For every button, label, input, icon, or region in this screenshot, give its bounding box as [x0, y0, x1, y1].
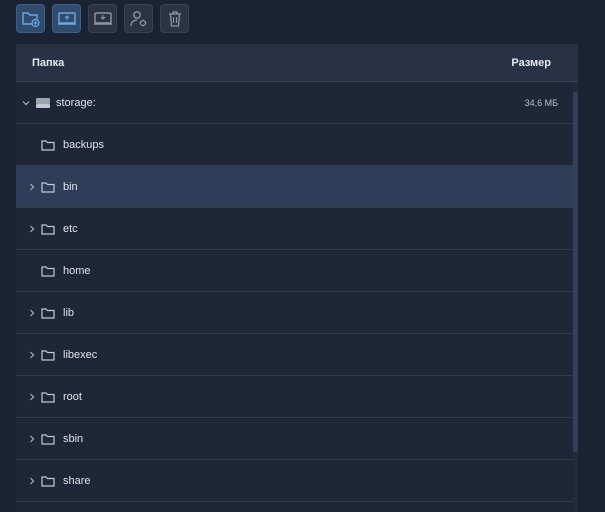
chevron-right-icon[interactable]: [27, 182, 37, 192]
table-header: Папка Размер: [16, 44, 578, 82]
folder-name: etc: [63, 222, 78, 235]
delete-button[interactable]: [160, 4, 189, 33]
folder-icon: [41, 433, 55, 445]
folder-row[interactable]: etc: [16, 208, 578, 250]
folder-name: libexec: [63, 348, 98, 361]
user-settings-icon: [129, 10, 146, 26]
upload-button[interactable]: [52, 4, 81, 33]
chevron-down-icon[interactable]: [21, 98, 31, 108]
drive-icon: [35, 97, 51, 109]
root-name: storage:: [56, 96, 96, 109]
folder-row[interactable]: libexec: [16, 334, 578, 376]
folder-row[interactable]: backups: [16, 124, 578, 166]
folder-icon: [41, 475, 55, 487]
folder-name: home: [63, 264, 91, 277]
download-button[interactable]: [88, 4, 117, 33]
folder-row[interactable]: sbin: [16, 418, 578, 460]
folder-name: root: [63, 390, 82, 403]
chevron-right-icon[interactable]: [27, 308, 37, 318]
trash-icon: [168, 10, 181, 27]
folder-row[interactable]: bin: [16, 166, 578, 208]
size-column-header[interactable]: Размер: [511, 57, 551, 69]
folder-name: bin: [63, 180, 78, 193]
folder-row[interactable]: home: [16, 250, 578, 292]
folder-icon: [41, 265, 55, 277]
folder-add-icon: [21, 11, 40, 27]
chevron-right-icon[interactable]: [27, 350, 37, 360]
folder-icon: [41, 181, 55, 193]
chevron-right-icon[interactable]: [27, 434, 37, 444]
folder-row[interactable]: share: [16, 460, 578, 502]
folder-icon: [41, 307, 55, 319]
chevron-right-icon[interactable]: [27, 392, 37, 402]
folder-row[interactable]: lib: [16, 292, 578, 334]
download-icon: [93, 11, 112, 25]
folder-name: share: [63, 474, 91, 487]
folder-icon: [41, 391, 55, 403]
folder-icon: [41, 139, 55, 151]
permissions-button[interactable]: [124, 4, 153, 33]
folder-column-header[interactable]: Папка: [32, 57, 64, 69]
new-folder-button[interactable]: [16, 4, 45, 33]
file-tree-panel: Папка Размер storage: 34,6 МБ backups bin…: [16, 44, 578, 512]
scrollbar-thumb[interactable]: [573, 92, 578, 452]
toolbar: [16, 4, 189, 33]
chevron-right-icon[interactable]: [27, 224, 37, 234]
folder-icon: [41, 223, 55, 235]
folder-row[interactable]: root: [16, 376, 578, 418]
root-size: 34,6 МБ: [524, 97, 558, 108]
folder-name: backups: [63, 138, 104, 151]
folder-name: sbin: [63, 432, 84, 445]
chevron-right-icon[interactable]: [27, 476, 37, 486]
folder-icon: [41, 349, 55, 361]
root-row[interactable]: storage: 34,6 МБ: [16, 82, 578, 124]
folder-name: lib: [63, 306, 75, 319]
upload-icon: [57, 11, 76, 25]
folder-list: storage: 34,6 МБ backups bin etc home lib lib…: [16, 82, 578, 502]
